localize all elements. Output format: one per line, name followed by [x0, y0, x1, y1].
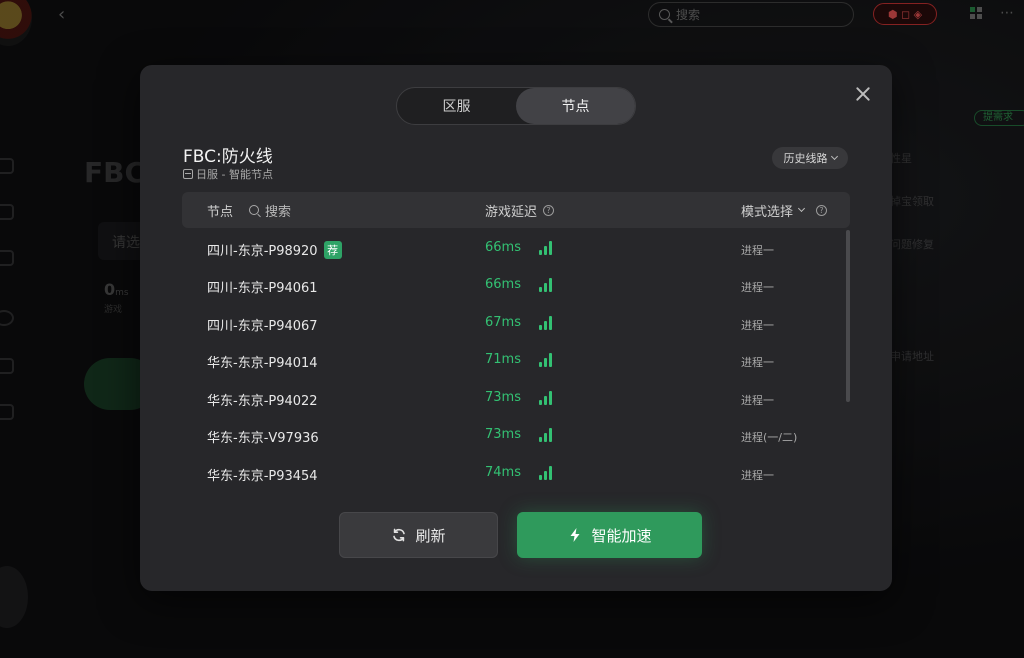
signal-icon — [539, 353, 552, 367]
accelerate-label: 智能加速 — [591, 526, 652, 545]
node-select-dialog: 区服 节点 FBC:防火线 日服 - 智能节点 历史线路 节点 搜索 游戏延迟 … — [140, 65, 892, 591]
chevron-down-icon — [830, 152, 838, 161]
node-latency: 74ms — [485, 465, 521, 480]
signal-icon — [539, 466, 552, 480]
chevron-down-icon — [797, 204, 806, 213]
list-scrollbar[interactable] — [846, 230, 850, 402]
node-mode: 进程一 — [741, 281, 774, 294]
table-header: 节点 搜索 游戏延迟 ? 模式选择 ? — [182, 192, 850, 228]
column-mode-label: 模式选择 — [741, 204, 794, 220]
history-routes-label: 历史线路 — [783, 152, 828, 165]
signal-icon — [539, 278, 552, 292]
refresh-button[interactable]: 刷新 — [339, 512, 498, 558]
node-latency: 73ms — [485, 427, 521, 442]
column-latency: 游戏延迟 ? — [485, 192, 555, 228]
node-name: 华东-东京-P93454 — [207, 469, 318, 484]
node-latency: 66ms — [485, 240, 521, 255]
node-mode: 进程一 — [741, 356, 774, 369]
segment-control: 区服 节点 — [396, 87, 636, 125]
search-icon — [249, 205, 259, 215]
node-latency: 67ms — [485, 315, 521, 330]
list-item[interactable]: 华东-东京-P94014 71ms 进程一 — [182, 342, 842, 379]
node-name: 华东-东京-V97936 — [207, 431, 319, 446]
node-mode: 进程一 — [741, 469, 774, 482]
tab-server[interactable]: 区服 — [397, 88, 516, 124]
node-mode: 进程(一/二) — [741, 431, 798, 444]
column-mode[interactable]: 模式选择 ? — [741, 192, 828, 228]
node-name: 四川-东京-P98920 — [207, 244, 318, 259]
list-item[interactable]: 四川-东京-P94061 66ms 进程一 — [182, 267, 842, 304]
lightning-icon — [570, 528, 580, 542]
signal-icon — [539, 428, 552, 442]
list-item[interactable]: 华东-东京-P93454 74ms 进程一 — [182, 455, 842, 488]
node-name: 华东-东京-P94022 — [207, 394, 318, 409]
game-subtitle-text: 日服 - 智能节点 — [196, 168, 273, 181]
list-item[interactable]: 四川-东京-P94067 67ms 进程一 — [182, 305, 842, 342]
smart-accelerate-button[interactable]: 智能加速 — [517, 512, 702, 558]
help-icon[interactable]: ? — [816, 204, 828, 216]
game-title: FBC:防火线 — [183, 147, 273, 167]
node-search-input[interactable]: 搜索 — [249, 192, 291, 228]
help-icon[interactable]: ? — [543, 204, 555, 216]
recommended-badge: 荐 — [323, 240, 342, 259]
node-name: 华东-东京-P94014 — [207, 356, 318, 371]
signal-icon — [539, 241, 552, 255]
node-name: 四川-东京-P94061 — [207, 281, 318, 296]
node-latency: 73ms — [485, 390, 521, 405]
node-mode: 进程一 — [741, 394, 774, 407]
node-list: 四川-东京-P98920 荐 66ms 进程一 四川-东京-P94061 66ms… — [182, 230, 850, 488]
node-mode: 进程一 — [741, 244, 774, 257]
server-icon — [183, 169, 193, 179]
tab-node[interactable]: 节点 — [516, 88, 635, 124]
node-search-placeholder: 搜索 — [265, 204, 292, 220]
refresh-icon — [393, 528, 406, 542]
close-icon[interactable] — [854, 85, 872, 103]
refresh-label: 刷新 — [415, 526, 446, 545]
node-name: 四川-东京-P94067 — [207, 319, 318, 334]
node-mode: 进程一 — [741, 319, 774, 332]
list-item[interactable]: 四川-东京-P98920 荐 66ms 进程一 — [182, 230, 842, 267]
list-item[interactable]: 华东-东京-V97936 73ms 进程(一/二) — [182, 417, 842, 454]
column-latency-label: 游戏延迟 — [485, 204, 538, 220]
history-routes-button[interactable]: 历史线路 — [772, 147, 848, 169]
column-node: 节点 — [207, 204, 234, 220]
list-item[interactable]: 华东-东京-P94022 73ms 进程一 — [182, 380, 842, 417]
signal-icon — [539, 316, 552, 330]
game-subtitle: 日服 - 智能节点 — [183, 166, 273, 182]
node-latency: 66ms — [485, 277, 521, 292]
node-latency: 71ms — [485, 352, 521, 367]
signal-icon — [539, 391, 552, 405]
